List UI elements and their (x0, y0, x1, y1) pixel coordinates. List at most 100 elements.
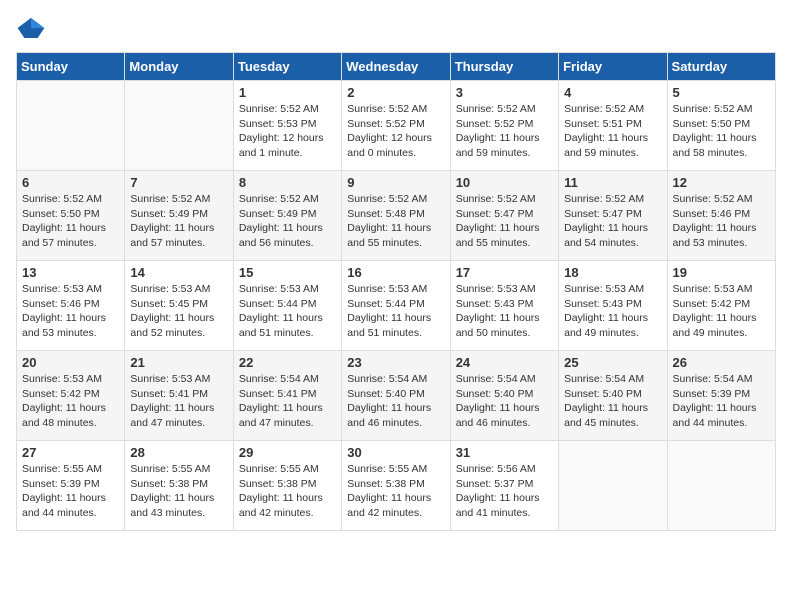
cell-text: Sunrise: 5:55 AM Sunset: 5:38 PM Dayligh… (239, 462, 336, 521)
calendar-cell: 31 Sunrise: 5:56 AM Sunset: 5:37 PM Dayli… (450, 441, 558, 531)
week-row-5: 27Sunrise: 5:55 AM Sunset: 5:39 PM Dayli… (17, 441, 776, 531)
calendar-cell: 6Sunrise: 5:52 AM Sunset: 5:50 PM Daylig… (17, 171, 125, 261)
calendar-cell: 16 Sunrise: 5:53 AM Sunset: 5:44 PM Dayli… (342, 261, 450, 351)
calendar-cell: 3 Sunrise: 5:52 AM Sunset: 5:52 PM Daylig… (450, 81, 558, 171)
calendar-cell: 2 Sunrise: 5:52 AM Sunset: 5:52 PM Daylig… (342, 81, 450, 171)
day-number: 8 (239, 175, 336, 190)
calendar-cell: 21 Sunrise: 5:53 AM Sunset: 5:41 PM Dayli… (125, 351, 233, 441)
calendar-cell: 11 Sunrise: 5:52 AM Sunset: 5:47 PM Dayli… (559, 171, 667, 261)
calendar-cell: 17Sunrise: 5:53 AM Sunset: 5:43 PM Dayli… (450, 261, 558, 351)
calendar-cell: 10 Sunrise: 5:52 AM Sunset: 5:47 PM Dayli… (450, 171, 558, 261)
day-number: 2 (347, 85, 444, 100)
cell-text: Sunrise: 5:52 AM Sunset: 5:50 PM Dayligh… (673, 102, 770, 161)
day-number: 7 (130, 175, 227, 190)
calendar-cell: 15 Sunrise: 5:53 AM Sunset: 5:44 PM Dayli… (233, 261, 341, 351)
calendar-cell: 27Sunrise: 5:55 AM Sunset: 5:39 PM Dayli… (17, 441, 125, 531)
cell-text: Sunrise: 5:52 AM Sunset: 5:52 PM Dayligh… (347, 102, 444, 161)
day-number: 9 (347, 175, 444, 190)
cell-text: Sunrise: 5:52 AM Sunset: 5:49 PM Dayligh… (239, 192, 336, 251)
day-number: 23 (347, 355, 444, 370)
day-number: 14 (130, 265, 227, 280)
cell-text: Sunrise: 5:54 AM Sunset: 5:40 PM Dayligh… (564, 372, 661, 431)
calendar-cell: 24 Sunrise: 5:54 AM Sunset: 5:40 PM Dayli… (450, 351, 558, 441)
calendar-cell: 7 Sunrise: 5:52 AM Sunset: 5:49 PM Daylig… (125, 171, 233, 261)
calendar-cell: 19Sunrise: 5:53 AM Sunset: 5:42 PM Dayli… (667, 261, 775, 351)
page-header (16, 16, 776, 40)
cell-text: Sunrise: 5:55 AM Sunset: 5:38 PM Dayligh… (347, 462, 444, 521)
day-number: 12 (673, 175, 770, 190)
logo-icon (16, 16, 46, 40)
day-number: 26 (673, 355, 770, 370)
calendar-cell: 9Sunrise: 5:52 AM Sunset: 5:48 PM Daylig… (342, 171, 450, 261)
calendar-cell (17, 81, 125, 171)
weekday-header-friday: Friday (559, 53, 667, 81)
cell-text: Sunrise: 5:53 AM Sunset: 5:44 PM Dayligh… (347, 282, 444, 341)
day-number: 28 (130, 445, 227, 460)
cell-text: Sunrise: 5:56 AM Sunset: 5:37 PM Dayligh… (456, 462, 553, 521)
cell-text: Sunrise: 5:52 AM Sunset: 5:47 PM Dayligh… (564, 192, 661, 251)
calendar-cell (667, 441, 775, 531)
day-number: 20 (22, 355, 119, 370)
day-number: 4 (564, 85, 661, 100)
cell-text: Sunrise: 5:54 AM Sunset: 5:41 PM Dayligh… (239, 372, 336, 431)
day-number: 29 (239, 445, 336, 460)
week-row-2: 6Sunrise: 5:52 AM Sunset: 5:50 PM Daylig… (17, 171, 776, 261)
day-number: 11 (564, 175, 661, 190)
day-number: 15 (239, 265, 336, 280)
calendar-cell: 4 Sunrise: 5:52 AM Sunset: 5:51 PM Daylig… (559, 81, 667, 171)
day-number: 5 (673, 85, 770, 100)
day-number: 22 (239, 355, 336, 370)
cell-text: Sunrise: 5:55 AM Sunset: 5:39 PM Dayligh… (22, 462, 119, 521)
day-number: 10 (456, 175, 553, 190)
day-number: 25 (564, 355, 661, 370)
cell-text: Sunrise: 5:52 AM Sunset: 5:51 PM Dayligh… (564, 102, 661, 161)
week-row-1: 1 Sunrise: 5:52 AM Sunset: 5:53 PM Daylig… (17, 81, 776, 171)
weekday-header-wednesday: Wednesday (342, 53, 450, 81)
cell-text: Sunrise: 5:52 AM Sunset: 5:46 PM Dayligh… (673, 192, 770, 251)
cell-text: Sunrise: 5:53 AM Sunset: 5:46 PM Dayligh… (22, 282, 119, 341)
day-number: 17 (456, 265, 553, 280)
logo (16, 16, 50, 40)
cell-text: Sunrise: 5:52 AM Sunset: 5:47 PM Dayligh… (456, 192, 553, 251)
day-number: 24 (456, 355, 553, 370)
cell-text: Sunrise: 5:53 AM Sunset: 5:45 PM Dayligh… (130, 282, 227, 341)
day-number: 13 (22, 265, 119, 280)
cell-text: Sunrise: 5:52 AM Sunset: 5:49 PM Dayligh… (130, 192, 227, 251)
cell-text: Sunrise: 5:52 AM Sunset: 5:52 PM Dayligh… (456, 102, 553, 161)
cell-text: Sunrise: 5:55 AM Sunset: 5:38 PM Dayligh… (130, 462, 227, 521)
day-number: 21 (130, 355, 227, 370)
calendar-cell: 1 Sunrise: 5:52 AM Sunset: 5:53 PM Daylig… (233, 81, 341, 171)
weekday-header-tuesday: Tuesday (233, 53, 341, 81)
calendar-cell: 5 Sunrise: 5:52 AM Sunset: 5:50 PM Daylig… (667, 81, 775, 171)
cell-text: Sunrise: 5:52 AM Sunset: 5:53 PM Dayligh… (239, 102, 336, 161)
weekday-header-row: SundayMondayTuesdayWednesdayThursdayFrid… (17, 53, 776, 81)
calendar-cell: 8 Sunrise: 5:52 AM Sunset: 5:49 PM Daylig… (233, 171, 341, 261)
weekday-header-monday: Monday (125, 53, 233, 81)
calendar-cell: 25 Sunrise: 5:54 AM Sunset: 5:40 PM Dayli… (559, 351, 667, 441)
day-number: 19 (673, 265, 770, 280)
day-number: 18 (564, 265, 661, 280)
calendar-cell: 23 Sunrise: 5:54 AM Sunset: 5:40 PM Dayli… (342, 351, 450, 441)
calendar-cell: 26Sunrise: 5:54 AM Sunset: 5:39 PM Dayli… (667, 351, 775, 441)
cell-text: Sunrise: 5:53 AM Sunset: 5:44 PM Dayligh… (239, 282, 336, 341)
day-number: 3 (456, 85, 553, 100)
day-number: 31 (456, 445, 553, 460)
week-row-3: 13 Sunrise: 5:53 AM Sunset: 5:46 PM Dayli… (17, 261, 776, 351)
calendar-cell: 29 Sunrise: 5:55 AM Sunset: 5:38 PM Dayli… (233, 441, 341, 531)
day-number: 30 (347, 445, 444, 460)
week-row-4: 20 Sunrise: 5:53 AM Sunset: 5:42 PM Dayli… (17, 351, 776, 441)
cell-text: Sunrise: 5:53 AM Sunset: 5:41 PM Dayligh… (130, 372, 227, 431)
calendar-cell: 12 Sunrise: 5:52 AM Sunset: 5:46 PM Dayli… (667, 171, 775, 261)
calendar-cell: 20 Sunrise: 5:53 AM Sunset: 5:42 PM Dayli… (17, 351, 125, 441)
cell-text: Sunrise: 5:53 AM Sunset: 5:43 PM Dayligh… (564, 282, 661, 341)
weekday-header-saturday: Saturday (667, 53, 775, 81)
cell-text: Sunrise: 5:54 AM Sunset: 5:40 PM Dayligh… (456, 372, 553, 431)
day-number: 16 (347, 265, 444, 280)
cell-text: Sunrise: 5:52 AM Sunset: 5:50 PM Dayligh… (22, 192, 119, 251)
cell-text: Sunrise: 5:54 AM Sunset: 5:40 PM Dayligh… (347, 372, 444, 431)
cell-text: Sunrise: 5:53 AM Sunset: 5:42 PM Dayligh… (22, 372, 119, 431)
calendar-cell (125, 81, 233, 171)
day-number: 1 (239, 85, 336, 100)
calendar-cell: 18 Sunrise: 5:53 AM Sunset: 5:43 PM Dayli… (559, 261, 667, 351)
calendar-cell: 30 Sunrise: 5:55 AM Sunset: 5:38 PM Dayli… (342, 441, 450, 531)
